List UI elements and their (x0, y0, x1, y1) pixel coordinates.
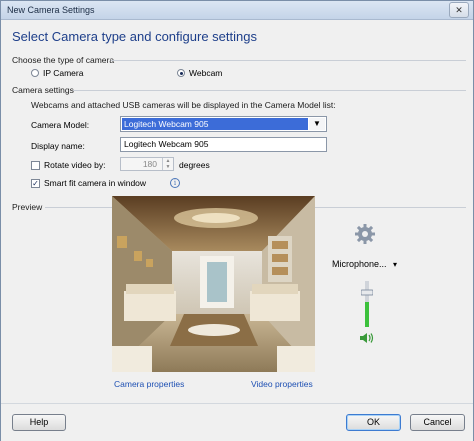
camera-model-label: Camera Model: (31, 120, 90, 130)
microphone-volume-slider[interactable] (360, 281, 374, 327)
divider (73, 90, 466, 91)
ip-camera-label[interactable]: IP Camera (43, 68, 83, 78)
chevron-down-icon: ▾ (393, 260, 398, 269)
divider (111, 60, 466, 61)
divider (1, 403, 473, 404)
page-title: Select Camera type and configure setting… (12, 29, 257, 44)
chevron-down-icon[interactable]: ▼ (309, 118, 325, 130)
camera-settings-dialog: New Camera Settings ✕ Select Camera type… (0, 0, 474, 441)
ip-camera-radio[interactable] (31, 69, 39, 77)
smart-fit-checkbox[interactable]: ✓ (31, 179, 40, 188)
stepper-arrows-icon[interactable]: ▲ ▼ (162, 158, 173, 170)
rotate-degrees-value[interactable]: 180 (121, 158, 161, 170)
rotate-video-checkbox[interactable] (31, 161, 40, 170)
rotate-video-label[interactable]: Rotate video by: (44, 160, 105, 170)
speaker-icon[interactable] (358, 331, 374, 345)
gear-icon[interactable] (354, 223, 376, 245)
video-properties-link[interactable]: Video properties (251, 379, 313, 389)
webcam-label[interactable]: Webcam (189, 68, 222, 78)
help-button[interactable]: Help (12, 414, 66, 431)
title-bar: New Camera Settings ✕ (1, 1, 473, 20)
ok-button[interactable]: OK (346, 414, 401, 431)
rotate-unit-label: degrees (179, 160, 210, 170)
info-icon[interactable]: i (170, 178, 180, 188)
camera-model-value: Logitech Webcam 905 (122, 118, 308, 130)
camera-type-group-label: Choose the type of camera (12, 55, 115, 65)
camera-settings-group-label: Camera settings (12, 85, 74, 95)
camera-model-info-text: Webcams and attached USB cameras will be… (31, 100, 336, 110)
rotate-degrees-stepper[interactable]: 180 ▲ ▼ (120, 157, 174, 171)
close-button[interactable]: ✕ (449, 2, 469, 18)
display-name-label: Display name: (31, 141, 85, 151)
cancel-button[interactable]: Cancel (410, 414, 465, 431)
camera-model-select[interactable]: Logitech Webcam 905 ▼ (120, 116, 327, 132)
smart-fit-label[interactable]: Smart fit camera in window (44, 178, 146, 188)
close-icon: ✕ (455, 5, 463, 15)
window-title: New Camera Settings (7, 5, 95, 15)
preview-group-label: Preview (12, 202, 43, 212)
webcam-radio[interactable] (177, 69, 185, 77)
microphone-label: Microphone... (332, 259, 387, 269)
camera-properties-link[interactable]: Camera properties (114, 379, 184, 389)
display-name-input[interactable]: Logitech Webcam 905 (120, 137, 327, 152)
microphone-dropdown[interactable]: Microphone... ▾ (332, 259, 397, 269)
camera-preview-image (112, 196, 315, 372)
